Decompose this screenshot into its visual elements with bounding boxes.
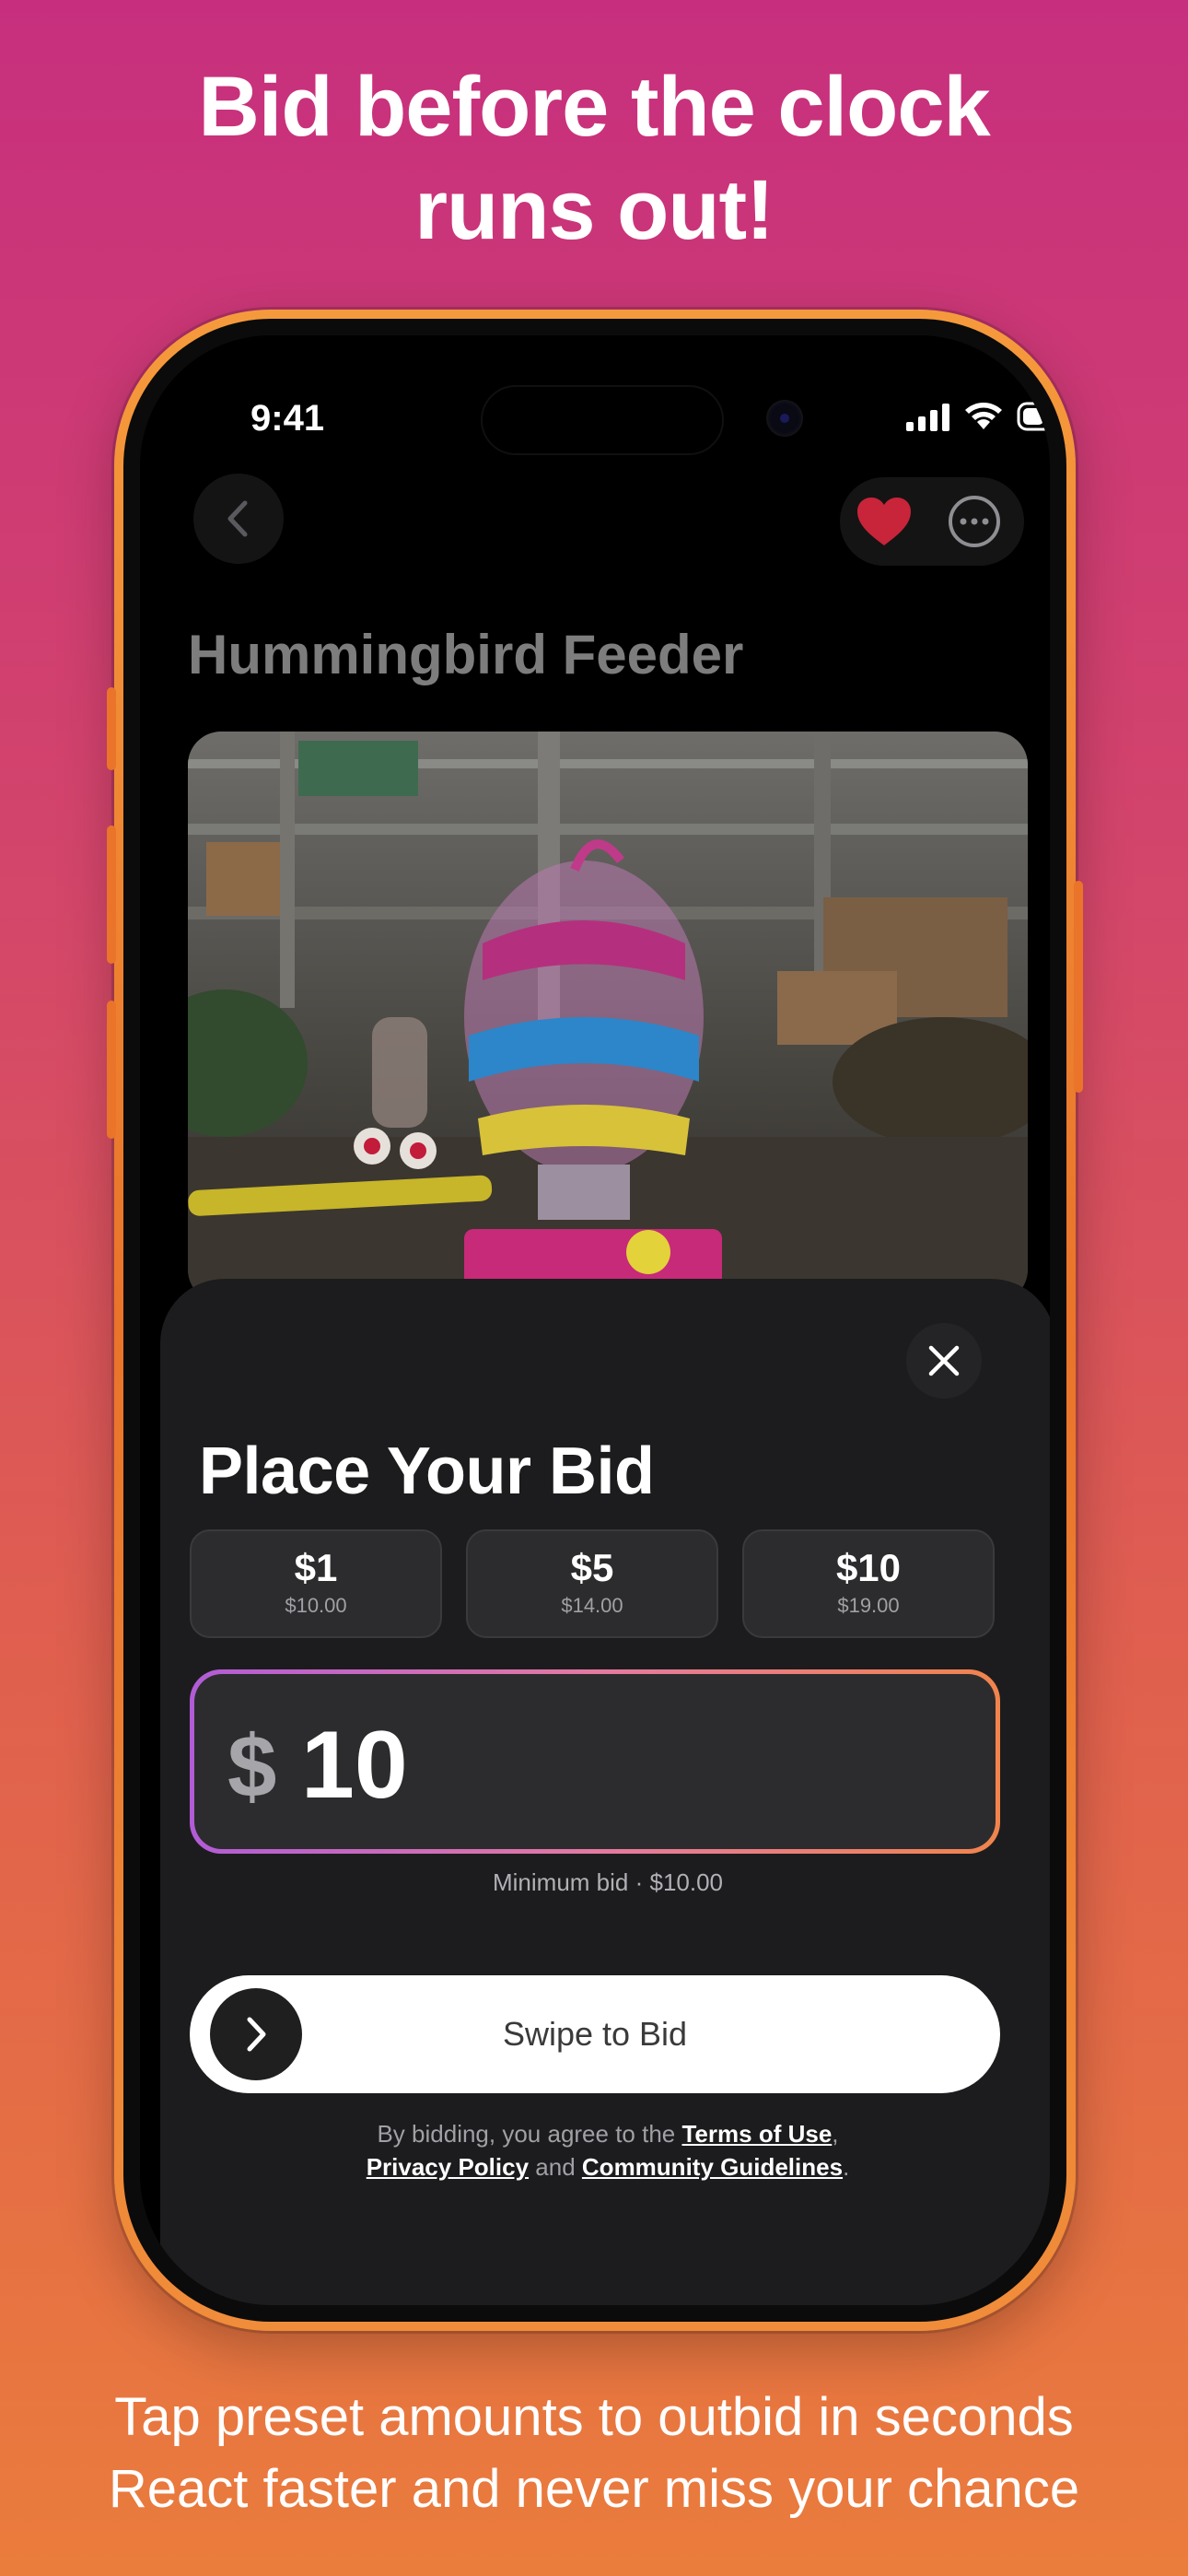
wifi-icon bbox=[965, 403, 1002, 429]
more-button[interactable] bbox=[943, 490, 1006, 553]
currency-symbol: $ bbox=[227, 1717, 277, 1816]
bid-amount-field[interactable]: $ 10 bbox=[190, 1669, 1000, 1854]
status-time: 9:41 bbox=[250, 398, 325, 439]
preset-total: $19.00 bbox=[837, 1594, 900, 1617]
status-icons bbox=[906, 398, 1050, 435]
phone-frame: 9:41 Hummingbird Feeder Place Your Bid $… bbox=[107, 310, 1083, 2331]
separator-dot: · bbox=[635, 1868, 650, 1896]
legal-and: and bbox=[535, 2153, 576, 2181]
preset-total: $14.00 bbox=[561, 1594, 623, 1617]
preset-total: $10.00 bbox=[285, 1594, 347, 1617]
preset-button-5[interactable]: $5 $14.00 bbox=[466, 1529, 718, 1638]
bid-amount-input[interactable]: 10 bbox=[301, 1711, 408, 1821]
min-bid-value: $10.00 bbox=[649, 1868, 724, 1896]
preset-button-1[interactable]: $1 $10.00 bbox=[190, 1529, 442, 1638]
preset-row: $1 $10.00 $5 $14.00 $10 $19.00 bbox=[190, 1529, 995, 1638]
chevron-left-icon bbox=[227, 500, 248, 537]
footer-line-2: React faster and never miss your chance bbox=[108, 2459, 1080, 2519]
front-camera-icon bbox=[766, 400, 803, 437]
footer-text: Tap preset amounts to outbid in seconds … bbox=[0, 2382, 1188, 2525]
preset-amount: $10 bbox=[835, 1546, 902, 1589]
community-guidelines-link[interactable]: Community Guidelines bbox=[582, 2153, 843, 2181]
ellipsis-circle-icon bbox=[949, 496, 1000, 547]
headline: Bid before the clock runs out! bbox=[0, 55, 1188, 262]
close-icon bbox=[928, 1345, 960, 1376]
action-button bbox=[107, 687, 116, 770]
bid-amount-inner: $ 10 bbox=[194, 1674, 996, 1849]
terms-of-use-link[interactable]: Terms of Use bbox=[681, 2120, 832, 2148]
legal-text: By bidding, you agree to the Terms of Us… bbox=[366, 2120, 850, 2181]
hummingbird-feeder-image bbox=[188, 732, 1028, 1303]
min-bid-label: Minimum bid bbox=[492, 1868, 629, 1896]
power-button bbox=[1074, 881, 1083, 1093]
bid-sheet: Place Your Bid $1 $10.00 $5 $14.00 $10 $… bbox=[160, 1279, 1050, 2305]
dynamic-island bbox=[481, 385, 724, 455]
preset-button-10[interactable]: $10 $19.00 bbox=[742, 1529, 995, 1638]
battery-icon bbox=[1017, 402, 1050, 431]
signal-icon bbox=[906, 404, 949, 431]
preset-amount: $1 bbox=[294, 1546, 338, 1589]
swipe-handle[interactable] bbox=[210, 1988, 302, 2080]
phone-screen: 9:41 Hummingbird Feeder Place Your Bid $… bbox=[140, 335, 1050, 2305]
privacy-policy-link[interactable]: Privacy Policy bbox=[367, 2153, 529, 2181]
favorite-button[interactable] bbox=[853, 490, 915, 553]
action-pill bbox=[840, 477, 1024, 566]
volume-up-button bbox=[107, 825, 116, 964]
phone-bezel: 9:41 Hummingbird Feeder Place Your Bid $… bbox=[123, 319, 1066, 2322]
swipe-label: Swipe to Bid bbox=[502, 2015, 688, 2053]
headline-line-1: Bid before the clock bbox=[198, 60, 990, 154]
chevron-right-icon bbox=[247, 2017, 266, 2052]
sheet-title: Place Your Bid bbox=[199, 1434, 655, 1508]
swipe-to-bid-slider[interactable]: Swipe to Bid bbox=[190, 1975, 1000, 2093]
footer-line-1: Tap preset amounts to outbid in seconds bbox=[114, 2387, 1074, 2447]
legal-prefix: By bidding, you agree to the bbox=[377, 2120, 676, 2148]
heart-icon bbox=[857, 498, 911, 545]
close-button[interactable] bbox=[906, 1323, 982, 1399]
preset-amount: $5 bbox=[570, 1546, 614, 1589]
item-title: Hummingbird Feeder bbox=[188, 624, 744, 685]
volume-down-button bbox=[107, 1001, 116, 1139]
item-photo[interactable] bbox=[188, 732, 1028, 1303]
headline-line-2: runs out! bbox=[414, 163, 775, 257]
minimum-bid-note: Minimum bid · $10.00 bbox=[160, 1868, 1050, 1897]
back-button[interactable] bbox=[193, 474, 284, 564]
